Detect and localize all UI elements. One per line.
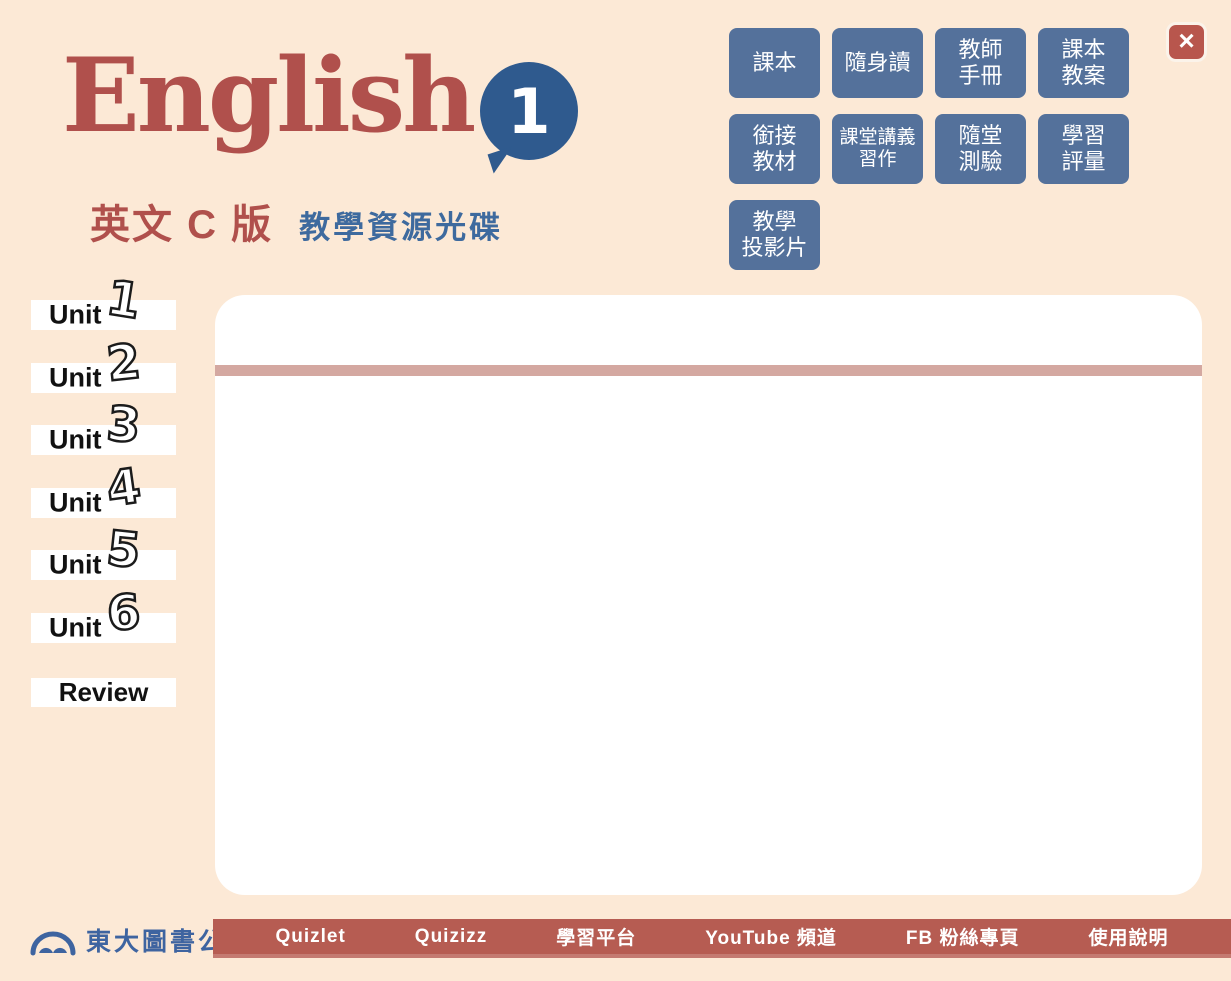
brand-block: English 1 英文 C 版 教學資源光碟: [62, 40, 503, 250]
footer-link-user-guide[interactable]: 使用說明: [1088, 923, 1168, 950]
sidebar-item-unit-5[interactable]: Unit 5: [31, 550, 176, 580]
footer-link-youtube-channel[interactable]: YouTube 頻道: [705, 923, 837, 950]
publisher-arch-icon: [30, 924, 76, 956]
button-teaching-slides[interactable]: 教學 投影片: [729, 200, 820, 270]
sidebar-item-unit-6[interactable]: Unit 6: [31, 613, 176, 643]
button-learning-assessment[interactable]: 學習 評量: [1038, 114, 1129, 184]
unit-label: Unit: [49, 488, 101, 519]
button-lesson-plans[interactable]: 課本 教案: [1038, 28, 1129, 98]
button-pocket-reader[interactable]: 隨身讀: [832, 28, 923, 98]
unit-label: Unit: [49, 425, 101, 456]
resource-button-grid: 課本 隨身讀 教師 手冊 課本 教案 銜接 教材 課堂講義 習作 隨堂 測驗 學…: [729, 28, 1129, 270]
unit-label: Unit: [49, 550, 101, 581]
footer-link-fb-fanpage[interactable]: FB 粉絲專頁: [906, 923, 1020, 950]
sidebar-item-unit-2[interactable]: Unit 2: [31, 363, 176, 393]
content-divider: [215, 365, 1202, 376]
footer-link-quizizz[interactable]: Quizizz: [415, 926, 487, 948]
sidebar-item-review[interactable]: Review: [31, 678, 176, 707]
unit-label: Unit: [49, 363, 101, 394]
sidebar-item-unit-4[interactable]: Unit 4: [31, 488, 176, 518]
review-label: Review: [59, 677, 149, 708]
series-title: 英文 C 版: [90, 192, 273, 250]
button-teacher-manual[interactable]: 教師 手冊: [935, 28, 1026, 98]
button-bridging-materials[interactable]: 銜接 教材: [729, 114, 820, 184]
content-panel: [215, 295, 1202, 895]
app-logo: English: [62, 40, 503, 152]
close-icon: ×: [1178, 27, 1194, 55]
button-class-handouts-workbook[interactable]: 課堂講義 習作: [832, 114, 923, 184]
button-quizzes[interactable]: 隨堂 測驗: [935, 114, 1026, 184]
footer-link-quizlet[interactable]: Quizlet: [275, 926, 345, 948]
footer-link-bar: Quizlet Quizizz 學習平台 YouTube 頻道 FB 粉絲專頁 …: [213, 919, 1231, 958]
unit-number: 3: [105, 400, 142, 451]
unit-number: 2: [105, 337, 143, 388]
close-button[interactable]: ×: [1166, 22, 1207, 62]
series-subtitle: 教學資源光碟: [299, 202, 503, 247]
app-window: { "header": { "logo_text": "English", "l…: [0, 0, 1231, 981]
footer-link-learning-platform[interactable]: 學習平台: [556, 923, 636, 950]
unit-label: Unit: [49, 300, 101, 331]
unit-number: 6: [106, 588, 142, 638]
unit-number: 4: [104, 462, 144, 514]
unit-label: Unit: [49, 613, 101, 644]
sidebar-item-unit-1[interactable]: Unit 1: [31, 300, 176, 330]
sidebar-item-unit-3[interactable]: Unit 3: [31, 425, 176, 455]
unit-number: 1: [103, 274, 144, 327]
unit-number: 5: [105, 524, 143, 575]
level-number: 1: [507, 75, 550, 148]
button-textbook[interactable]: 課本: [729, 28, 820, 98]
level-badge: 1: [480, 62, 578, 160]
